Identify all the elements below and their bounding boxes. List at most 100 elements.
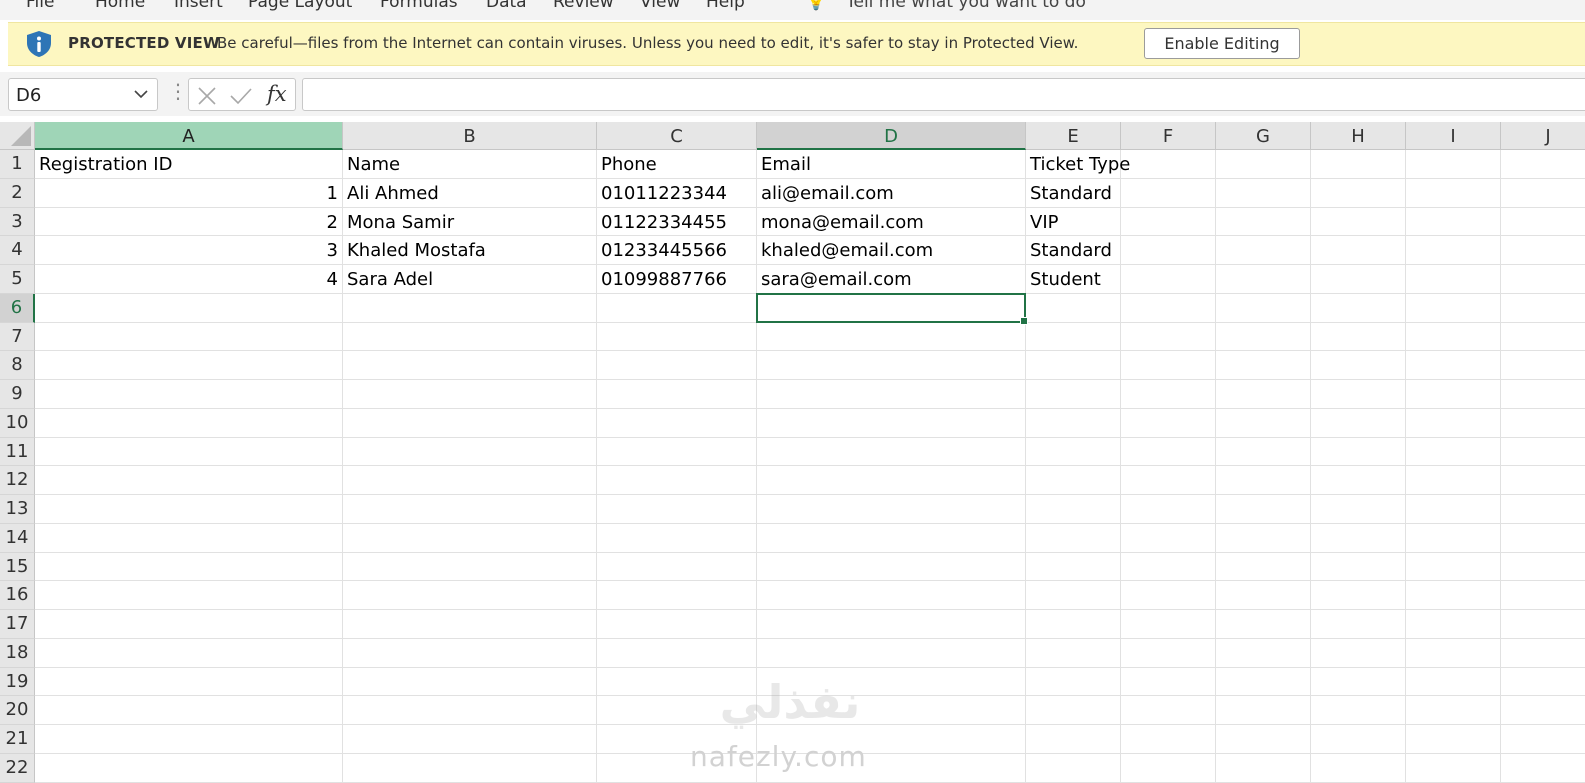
cell-a11[interactable] (35, 437, 343, 467)
cell-c3[interactable]: 01122334455 (597, 207, 757, 237)
cell-a4[interactable]: 3 (35, 236, 343, 265)
row-header-4[interactable]: 4 (0, 236, 35, 265)
cell-b16[interactable] (343, 581, 597, 610)
cell-j3[interactable] (1501, 208, 1585, 237)
cell-b10[interactable] (343, 408, 597, 438)
cell-e14[interactable] (1026, 523, 1121, 553)
cell-f14[interactable] (1121, 523, 1216, 553)
row-header-22[interactable]: 22 (0, 753, 35, 783)
cell-e13[interactable] (1026, 495, 1121, 524)
cell-b17[interactable] (343, 610, 597, 639)
cell-j22[interactable] (1501, 754, 1585, 783)
cell-a6[interactable] (35, 293, 343, 323)
cell-c6[interactable] (597, 293, 757, 323)
cell-g16[interactable] (1216, 581, 1311, 610)
row-header-18[interactable]: 18 (0, 638, 35, 668)
cell-f8[interactable] (1121, 351, 1216, 380)
cell-f6[interactable] (1121, 293, 1216, 323)
cell-g18[interactable] (1216, 638, 1311, 668)
cell-b4[interactable]: Khaled Mostafa (343, 236, 597, 265)
cell-d5[interactable]: sara@email.com (757, 265, 1026, 294)
cell-i22[interactable] (1406, 753, 1501, 783)
column-header-i[interactable]: I (1406, 122, 1501, 150)
cell-a22[interactable] (35, 753, 343, 783)
cell-d12[interactable] (757, 466, 1026, 495)
cell-a17[interactable] (35, 610, 343, 639)
cell-d19[interactable] (757, 667, 1026, 697)
cell-g15[interactable] (1216, 552, 1311, 582)
cell-a16[interactable] (35, 581, 343, 610)
cell-b11[interactable] (343, 437, 597, 467)
cell-f13[interactable] (1121, 495, 1216, 524)
cell-f10[interactable] (1121, 408, 1216, 438)
cell-g9[interactable] (1216, 380, 1311, 409)
row-header-10[interactable]: 10 (0, 408, 35, 438)
cell-d21[interactable] (757, 725, 1026, 754)
cell-b22[interactable] (343, 753, 597, 783)
cell-d9[interactable] (757, 380, 1026, 409)
cell-e10[interactable] (1026, 408, 1121, 438)
column-header-a[interactable]: A (35, 122, 343, 150)
cell-c5[interactable]: 01099887766 (597, 265, 757, 294)
cell-d4[interactable]: khaled@email.com (757, 236, 1026, 265)
cell-e20[interactable] (1026, 696, 1121, 725)
cell-c1[interactable]: Phone (597, 150, 757, 179)
cell-c19[interactable] (597, 667, 757, 697)
row-header-19[interactable]: 19 (0, 667, 35, 697)
cell-d7[interactable] (757, 322, 1026, 352)
cell-g13[interactable] (1216, 495, 1311, 524)
insert-function-icon[interactable]: fx (267, 82, 287, 106)
cell-b2[interactable]: Ali Ahmed (343, 178, 597, 208)
cell-a3[interactable]: 2 (35, 207, 343, 237)
cell-h2[interactable] (1311, 178, 1406, 208)
cell-b13[interactable] (343, 495, 597, 524)
cell-c2[interactable]: 01011223344 (597, 178, 757, 208)
cell-j8[interactable] (1501, 351, 1585, 380)
cell-f20[interactable] (1121, 696, 1216, 725)
cell-b21[interactable] (343, 725, 597, 754)
cell-a9[interactable] (35, 380, 343, 409)
cell-g12[interactable] (1216, 466, 1311, 495)
cell-f21[interactable] (1121, 725, 1216, 754)
cell-i6[interactable] (1406, 293, 1501, 323)
cell-a2[interactable]: 1 (35, 178, 343, 208)
cell-c20[interactable] (597, 696, 757, 725)
cell-e12[interactable] (1026, 466, 1121, 495)
tab-formulas[interactable]: Formulas (380, 0, 458, 12)
cell-f18[interactable] (1121, 638, 1216, 668)
cell-h11[interactable] (1311, 437, 1406, 467)
cell-d8[interactable] (757, 351, 1026, 380)
cell-i9[interactable] (1406, 380, 1501, 409)
cell-h10[interactable] (1311, 408, 1406, 438)
cell-h13[interactable] (1311, 495, 1406, 524)
cell-h8[interactable] (1311, 351, 1406, 380)
cell-i11[interactable] (1406, 437, 1501, 467)
cell-b8[interactable] (343, 351, 597, 380)
cell-i15[interactable] (1406, 552, 1501, 582)
fill-handle[interactable] (1020, 316, 1028, 325)
cell-j15[interactable] (1501, 553, 1585, 582)
cell-h6[interactable] (1311, 293, 1406, 323)
cell-a5[interactable]: 4 (35, 265, 343, 294)
row-header-5[interactable]: 5 (0, 265, 35, 294)
cell-d14[interactable] (757, 523, 1026, 553)
cell-b14[interactable] (343, 523, 597, 553)
cell-f3[interactable] (1121, 207, 1216, 237)
cell-j9[interactable] (1501, 380, 1585, 409)
cell-d13[interactable] (757, 495, 1026, 524)
cell-i19[interactable] (1406, 667, 1501, 697)
cell-c4[interactable]: 01233445566 (597, 236, 757, 265)
cell-i4[interactable] (1406, 236, 1501, 265)
cell-e18[interactable] (1026, 638, 1121, 668)
cell-f19[interactable] (1121, 667, 1216, 697)
cell-e21[interactable] (1026, 725, 1121, 754)
cell-f15[interactable] (1121, 552, 1216, 582)
cell-e6[interactable] (1026, 293, 1121, 323)
row-header-21[interactable]: 21 (0, 725, 35, 754)
cell-i7[interactable] (1406, 322, 1501, 352)
cell-f9[interactable] (1121, 380, 1216, 409)
cell-e4[interactable]: Standard (1026, 236, 1121, 265)
cell-g4[interactable] (1216, 236, 1311, 265)
cell-b19[interactable] (343, 667, 597, 697)
cell-e11[interactable] (1026, 437, 1121, 467)
